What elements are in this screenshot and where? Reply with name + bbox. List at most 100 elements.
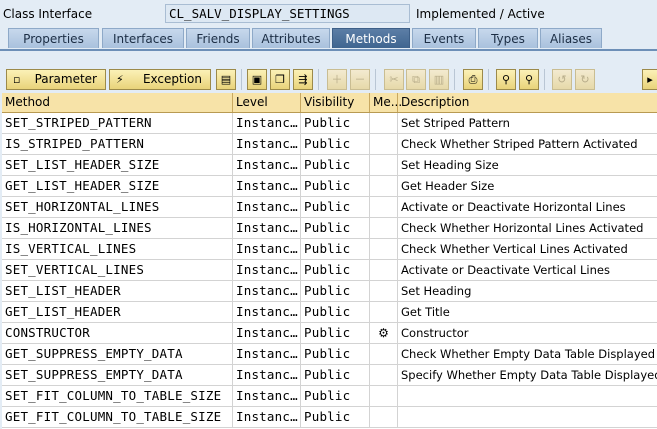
table-row[interactable]: SET_LIST_HEADER_SIZE Instanc… Public Set He… <box>2 155 657 176</box>
method-cell[interactable]: GET_FIT_COLUMN_TO_TABLE_SIZE <box>2 407 233 427</box>
tab-friends[interactable]: Friends <box>186 28 250 48</box>
class-name-field[interactable]: CL_SALV_DISPLAY_SETTINGS <box>165 4 410 23</box>
description-cell[interactable]: Activate or Deactivate Horizontal Lines <box>398 197 657 217</box>
visibility-cell[interactable]: Public <box>301 239 370 259</box>
description-cell[interactable]: Set Heading <box>398 281 657 301</box>
description-cell[interactable]: Set Heading Size <box>398 155 657 175</box>
column-header-description[interactable]: Description <box>398 93 657 112</box>
method-cell[interactable]: SET_SUPPRESS_EMPTY_DATA <box>2 365 233 385</box>
navigate-icon[interactable]: ⇶ <box>293 69 313 90</box>
visibility-cell[interactable]: Public <box>301 113 370 133</box>
level-cell[interactable]: Instanc… <box>233 239 301 259</box>
visibility-cell[interactable]: Public <box>301 197 370 217</box>
description-cell[interactable]: Constructor <box>398 323 657 343</box>
description-cell[interactable]: Check Whether Striped Pattern Activated <box>398 134 657 154</box>
print-icon[interactable]: ⎙ <box>463 69 483 90</box>
column-header-method[interactable]: Method <box>2 93 233 112</box>
visibility-cell[interactable]: Public <box>301 407 370 427</box>
more-icon[interactable]: ↻ <box>575 69 595 90</box>
level-cell[interactable]: Instanc… <box>233 176 301 196</box>
visibility-cell[interactable]: Public <box>301 176 370 196</box>
method-cell[interactable]: IS_HORIZONTAL_LINES <box>2 218 233 238</box>
table-row[interactable]: SET_HORIZONTAL_LINES Instanc… Public Activa… <box>2 197 657 218</box>
tab-types[interactable]: Types <box>478 28 538 48</box>
level-cell[interactable]: Instanc… <box>233 386 301 406</box>
tab-methods[interactable]: Methods <box>332 28 410 48</box>
table-row[interactable]: SET_FIT_COLUMN_TO_TABLE_SIZE Instanc… Publ… <box>2 386 657 407</box>
description-cell[interactable] <box>398 386 657 406</box>
exception-button[interactable]: ⚡ Exception <box>109 69 211 90</box>
description-cell[interactable]: Set Striped Pattern <box>398 113 657 133</box>
visibility-cell[interactable]: Public <box>301 365 370 385</box>
level-cell[interactable]: Instanc… <box>233 155 301 175</box>
level-cell[interactable]: Instanc… <box>233 281 301 301</box>
visibility-cell[interactable]: Public <box>301 260 370 280</box>
visibility-cell[interactable]: Public <box>301 134 370 154</box>
level-cell[interactable]: Instanc… <box>233 197 301 217</box>
description-cell[interactable]: Check Whether Empty Data Table Displayed <box>398 344 657 364</box>
insert-row-icon[interactable]: ＋ <box>327 69 347 90</box>
overflow-icon[interactable]: ▸ <box>642 69 657 90</box>
level-cell[interactable]: Instanc… <box>233 260 301 280</box>
description-cell[interactable]: Get Title <box>398 302 657 322</box>
method-cell[interactable]: GET_LIST_HEADER_SIZE <box>2 176 233 196</box>
table-row[interactable]: SET_STRIPED_PATTERN Instanc… Public Set Str… <box>2 113 657 134</box>
method-cell[interactable]: SET_STRIPED_PATTERN <box>2 113 233 133</box>
level-cell[interactable]: Instanc… <box>233 218 301 238</box>
level-cell[interactable]: Instanc… <box>233 344 301 364</box>
column-header-level[interactable]: Level <box>233 93 301 112</box>
tab-aliases[interactable]: Aliases <box>540 28 602 48</box>
level-cell[interactable]: Instanc… <box>233 407 301 427</box>
level-cell[interactable]: Instanc… <box>233 365 301 385</box>
description-cell[interactable]: Activate or Deactivate Vertical Lines <box>398 260 657 280</box>
method-cell[interactable]: SET_VERTICAL_LINES <box>2 260 233 280</box>
find-next-icon[interactable]: ⚲ <box>519 69 539 90</box>
description-cell[interactable] <box>398 407 657 427</box>
description-cell[interactable]: Check Whether Vertical Lines Activated <box>398 239 657 259</box>
visibility-cell[interactable]: Public <box>301 155 370 175</box>
copy-row-icon[interactable]: ⧉ <box>406 69 426 90</box>
visibility-cell[interactable]: Public <box>301 281 370 301</box>
method-cell[interactable]: SET_FIT_COLUMN_TO_TABLE_SIZE <box>2 386 233 406</box>
find-icon[interactable]: ⚲ <box>496 69 516 90</box>
table-row[interactable]: SET_LIST_HEADER Instanc… Public Set Heading <box>2 281 657 302</box>
description-cell[interactable]: Check Whether Horizontal Lines Activated <box>398 218 657 238</box>
visibility-cell[interactable]: Public <box>301 344 370 364</box>
table-row[interactable]: GET_LIST_HEADER Instanc… Public Get Title <box>2 302 657 323</box>
display-icon[interactable]: ▣ <box>247 69 267 90</box>
tab-properties[interactable]: Properties <box>8 28 99 48</box>
visibility-cell[interactable]: Public <box>301 218 370 238</box>
table-row[interactable]: SET_VERTICAL_LINES Instanc… Public Activate… <box>2 260 657 281</box>
method-cell[interactable]: IS_VERTICAL_LINES <box>2 239 233 259</box>
level-cell[interactable]: Instanc… <box>233 302 301 322</box>
tab-events[interactable]: Events <box>412 28 476 48</box>
method-cell[interactable]: SET_LIST_HEADER_SIZE <box>2 155 233 175</box>
table-row[interactable]: GET_SUPPRESS_EMPTY_DATA Instanc… Public Che… <box>2 344 657 365</box>
tab-attributes[interactable]: Attributes <box>252 28 330 48</box>
level-cell[interactable]: Instanc… <box>233 323 301 343</box>
method-cell[interactable]: SET_HORIZONTAL_LINES <box>2 197 233 217</box>
column-header-visibility[interactable]: Visibility <box>301 93 370 112</box>
tab-interfaces[interactable]: Interfaces <box>102 28 184 48</box>
visibility-cell[interactable]: Public <box>301 323 370 343</box>
paste-icon[interactable]: ▥ <box>429 69 449 90</box>
parameter-button[interactable]: ▫ Parameter <box>6 69 106 90</box>
column-header-me[interactable]: Me... <box>370 93 402 112</box>
method-cell[interactable]: GET_LIST_HEADER <box>2 302 233 322</box>
table-row[interactable]: GET_FIT_COLUMN_TO_TABLE_SIZE Instanc… Publ… <box>2 407 657 428</box>
method-cell[interactable]: CONSTRUCTOR <box>2 323 233 343</box>
table-row[interactable]: IS_VERTICAL_LINES Instanc… Public Check Whe… <box>2 239 657 260</box>
filter-icon[interactable]: ↺ <box>552 69 572 90</box>
visibility-cell[interactable]: Public <box>301 302 370 322</box>
delete-row-icon[interactable]: － <box>350 69 370 90</box>
copy-icon[interactable]: ❐ <box>270 69 290 90</box>
source-code-icon[interactable]: ▤ <box>216 69 236 90</box>
method-cell[interactable]: IS_STRIPED_PATTERN <box>2 134 233 154</box>
table-row[interactable]: GET_LIST_HEADER_SIZE Instanc… Public Get He… <box>2 176 657 197</box>
method-cell[interactable]: SET_LIST_HEADER <box>2 281 233 301</box>
level-cell[interactable]: Instanc… <box>233 113 301 133</box>
table-row[interactable]: IS_STRIPED_PATTERN Instanc… Public Check Wh… <box>2 134 657 155</box>
visibility-cell[interactable]: Public <box>301 386 370 406</box>
description-cell[interactable]: Get Header Size <box>398 176 657 196</box>
cut-icon[interactable]: ✂ <box>384 69 404 90</box>
